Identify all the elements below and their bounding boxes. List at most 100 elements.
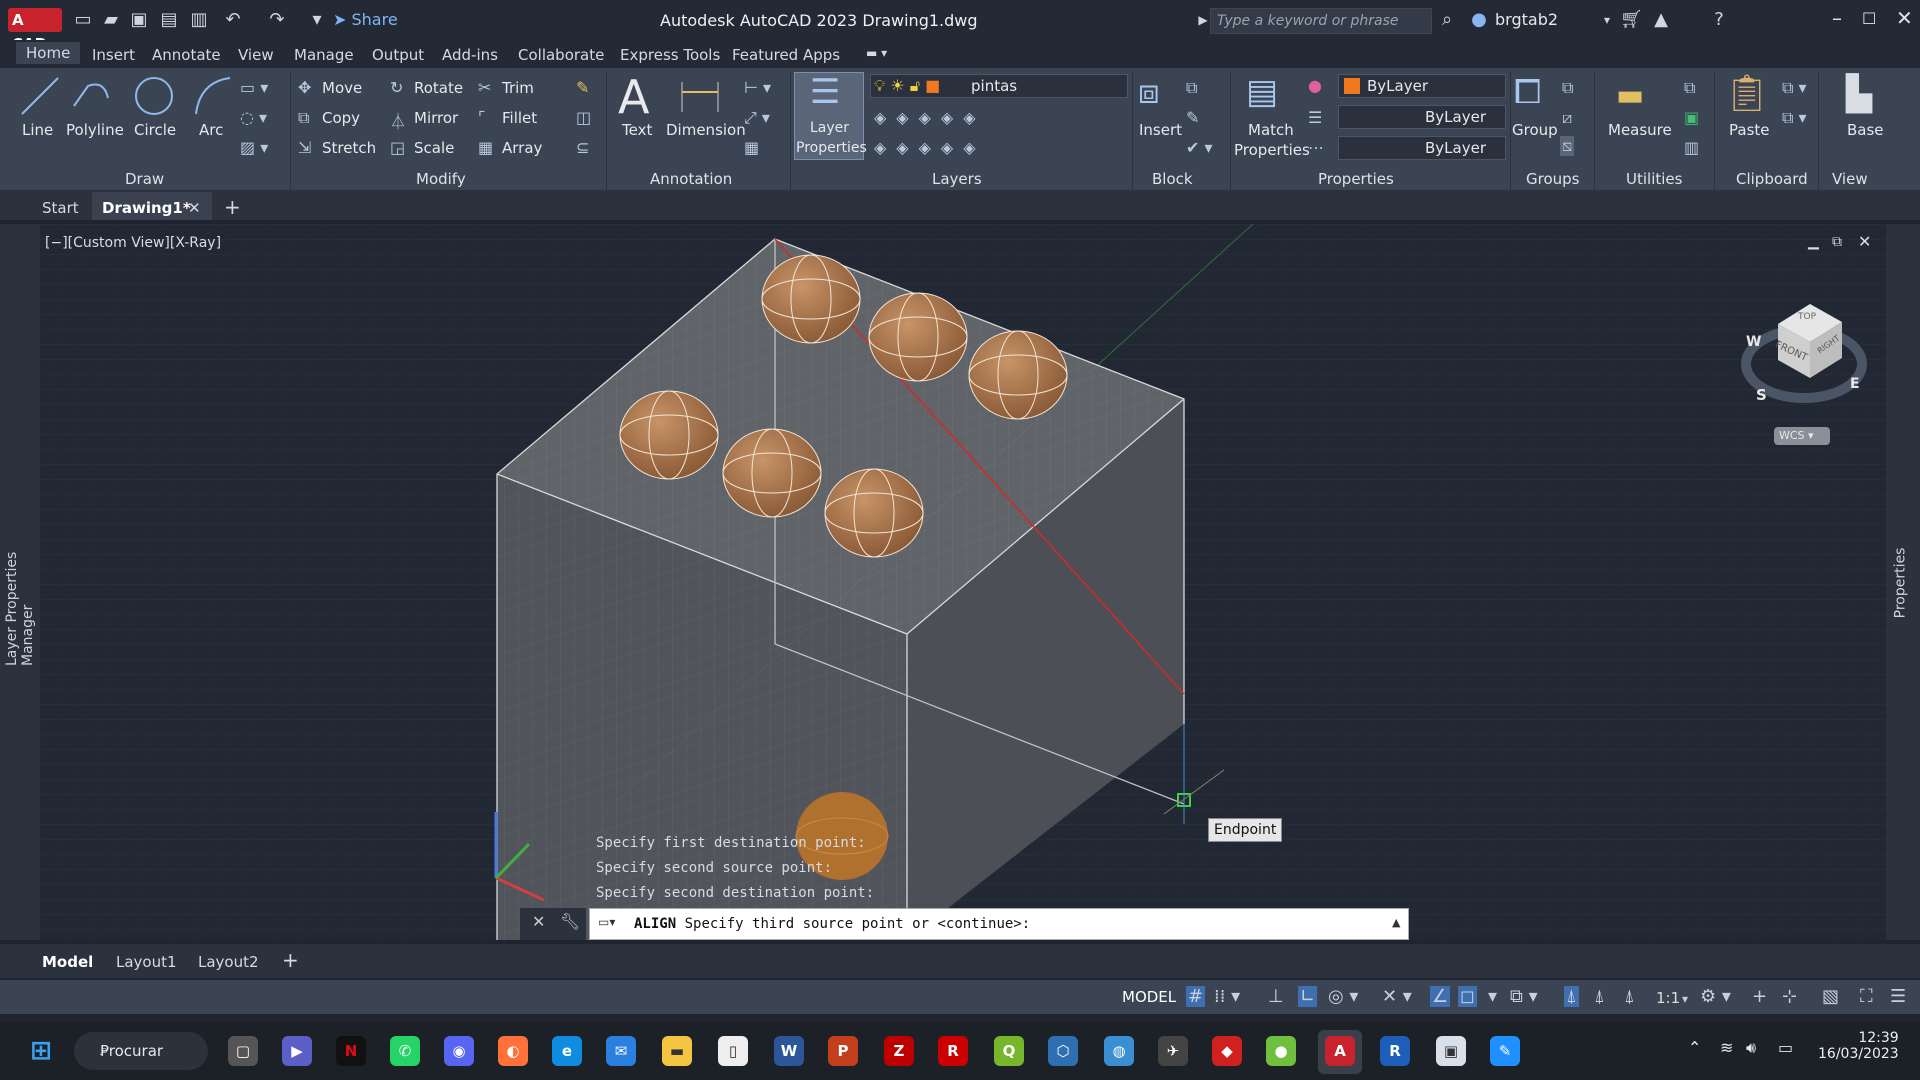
annotation-visibility-icon[interactable]: ⍋: [1564, 986, 1579, 1007]
image-app-icon[interactable]: ▣: [1436, 1036, 1466, 1066]
layers-panel-title[interactable]: Layers: [932, 170, 982, 188]
customization-menu-icon[interactable]: ☰: [1890, 986, 1906, 1007]
arc-button[interactable]: Arc: [199, 121, 223, 139]
groups-panel-title[interactable]: Groups: [1526, 170, 1579, 188]
group-button[interactable]: Group: [1512, 121, 1558, 139]
tab-insert[interactable]: Insert: [92, 46, 135, 64]
netflix-icon[interactable]: N: [336, 1036, 366, 1066]
isolate-objects-icon[interactable]: ▧: [1822, 986, 1839, 1007]
auto-scale-icon[interactable]: ⍋: [1594, 986, 1605, 1007]
compass-west[interactable]: W: [1746, 334, 1761, 350]
compass-south[interactable]: S: [1756, 386, 1767, 404]
autodesk-account-icon[interactable]: ▲: [1650, 9, 1672, 31]
tab-featured-apps[interactable]: Featured Apps: [732, 46, 840, 64]
new-file-icon[interactable]: ▭: [72, 9, 94, 31]
annotation-scale-icon[interactable]: ⍋: [1624, 986, 1635, 1007]
gaming-app-icon[interactable]: ✈: [1158, 1036, 1188, 1066]
move-button[interactable]: Move: [322, 79, 362, 97]
cut-icon[interactable]: ⧉ ▾: [1782, 78, 1807, 98]
annotation-scale[interactable]: 1:1: [1656, 989, 1680, 1007]
view-panel-title[interactable]: View: [1832, 170, 1868, 188]
tab-view[interactable]: View: [238, 46, 274, 64]
create-block-icon[interactable]: ⧉: [1186, 78, 1197, 98]
maximize-icon[interactable]: ☐: [1862, 9, 1876, 28]
tab-collaborate[interactable]: Collaborate: [518, 46, 604, 64]
new-layout-icon[interactable]: +: [282, 948, 299, 972]
dimension-button[interactable]: Dimension: [666, 121, 746, 139]
save-icon[interactable]: ▣: [128, 9, 150, 31]
attribute-icon[interactable]: ✔ ▾: [1186, 138, 1213, 157]
drawing-viewport[interactable]: [14, 224, 1890, 940]
redo-icon[interactable]: ↷: [266, 9, 288, 31]
viewport-restore-icon[interactable]: ⧉: [1832, 234, 1842, 250]
wifi-icon[interactable]: ≋: [1720, 1038, 1733, 1057]
taskbar-clock[interactable]: 12:39 16/03/2023: [1818, 1030, 1899, 1062]
layer-tools-icons-row2[interactable]: ◈◈◈◈◈: [874, 138, 986, 157]
ortho-icon[interactable]: ∟: [1298, 986, 1318, 1007]
annotation-panel-title[interactable]: Annotation: [650, 170, 732, 188]
workspace-gear-icon[interactable]: ⚙ ▾: [1700, 986, 1731, 1007]
block-panel-title[interactable]: Block: [1152, 170, 1193, 188]
select-all-icon[interactable]: ▣: [1684, 108, 1699, 127]
minimize-icon[interactable]: –: [1832, 6, 1842, 30]
tab-express-tools[interactable]: Express Tools: [620, 46, 720, 64]
sketchup-icon[interactable]: ◆: [1212, 1036, 1242, 1066]
infer-constraints-icon[interactable]: ⊥: [1268, 986, 1284, 1007]
command-line-input[interactable]: ALIGN Specify third source point or <con…: [589, 908, 1409, 940]
stretch-button[interactable]: Stretch: [322, 139, 376, 157]
grid-icon[interactable]: #: [1186, 986, 1206, 1007]
units-icon[interactable]: ⊹: [1782, 986, 1797, 1007]
match-properties-label-1[interactable]: Match: [1248, 121, 1294, 139]
wcs-menu[interactable]: WCS ▾: [1774, 427, 1830, 445]
clipboard-panel-title[interactable]: Clipboard: [1736, 170, 1808, 188]
color-dropdown[interactable]: ByLayer: [1338, 74, 1506, 98]
text-button[interactable]: Text: [622, 121, 652, 139]
snap-icon[interactable]: ⁞⁞ ▾: [1214, 986, 1240, 1007]
object-snap-tracking-icon[interactable]: ∠: [1430, 986, 1451, 1007]
mirror-button[interactable]: Mirror: [414, 109, 458, 127]
autocad-taskbar-icon[interactable]: A: [1325, 1036, 1355, 1066]
edit-block-icon[interactable]: ✎: [1186, 108, 1199, 127]
filezilla-icon[interactable]: Z: [884, 1036, 914, 1066]
taskbar-search[interactable]: Procurar: [74, 1032, 208, 1070]
tab-output[interactable]: Output: [372, 46, 424, 64]
windows-start-icon[interactable]: ⊞: [26, 1036, 56, 1066]
match-properties-label-2[interactable]: Properties: [1234, 141, 1310, 159]
tab-layout2[interactable]: Layout2: [198, 953, 259, 971]
hatch-icon[interactable]: ◌ ▾: [240, 108, 267, 127]
tab-manage[interactable]: Manage: [294, 46, 354, 64]
volume-icon[interactable]: 🔊︎: [1746, 1038, 1756, 1058]
model-space-toggle[interactable]: MODEL: [1122, 988, 1176, 1006]
battery-icon[interactable]: ▭: [1778, 1038, 1793, 1057]
tab-model[interactable]: Model: [42, 953, 93, 971]
isometric-icon[interactable]: ✕ ▾: [1382, 986, 1412, 1007]
gradient-icon[interactable]: ▨ ▾: [240, 138, 268, 157]
lineweight-dropdown[interactable]: ByLayer: [1338, 136, 1506, 160]
table-icon[interactable]: ▦: [744, 138, 759, 157]
tab-annotate[interactable]: Annotate: [152, 46, 221, 64]
tray-chevron-icon[interactable]: ⌃: [1688, 1038, 1701, 1057]
calculator-icon[interactable]: ▥: [1684, 138, 1699, 157]
quick-select-icon[interactable]: ⧉: [1684, 78, 1695, 98]
copy-clip-icon[interactable]: ⧉ ▾: [1782, 108, 1807, 128]
ungroup-icon[interactable]: ⧉: [1562, 78, 1573, 98]
group-selection-icon[interactable]: ⧅: [1560, 136, 1575, 156]
modify-panel-title[interactable]: Modify: [416, 170, 466, 188]
annotation-monitor-icon[interactable]: +: [1752, 986, 1767, 1007]
object-snap-dropdown-icon[interactable]: ▾: [1488, 986, 1497, 1007]
tab-home[interactable]: Home: [16, 42, 81, 64]
cart-icon[interactable]: 🛒︎: [1620, 9, 1643, 31]
firefox-icon[interactable]: ◐: [498, 1036, 528, 1066]
explode-icon[interactable]: ◫: [576, 108, 591, 127]
clean-screen-icon[interactable]: ⛶: [1860, 986, 1873, 1007]
notepad-icon[interactable]: ▯: [718, 1036, 748, 1066]
close-tab-icon[interactable]: ✕: [188, 199, 201, 217]
copy-button[interactable]: Copy: [322, 109, 360, 127]
object-snap-icon[interactable]: ◻: [1458, 986, 1477, 1007]
file-explorer-icon[interactable]: ▬: [662, 1036, 692, 1066]
revit-blue-icon[interactable]: R: [1380, 1036, 1410, 1066]
save-as-icon[interactable]: ▤: [158, 9, 180, 31]
close-icon[interactable]: ✕: [1896, 6, 1913, 30]
fillet-button[interactable]: Fillet: [502, 109, 537, 127]
teams-chat-icon[interactable]: ▶: [282, 1036, 312, 1066]
